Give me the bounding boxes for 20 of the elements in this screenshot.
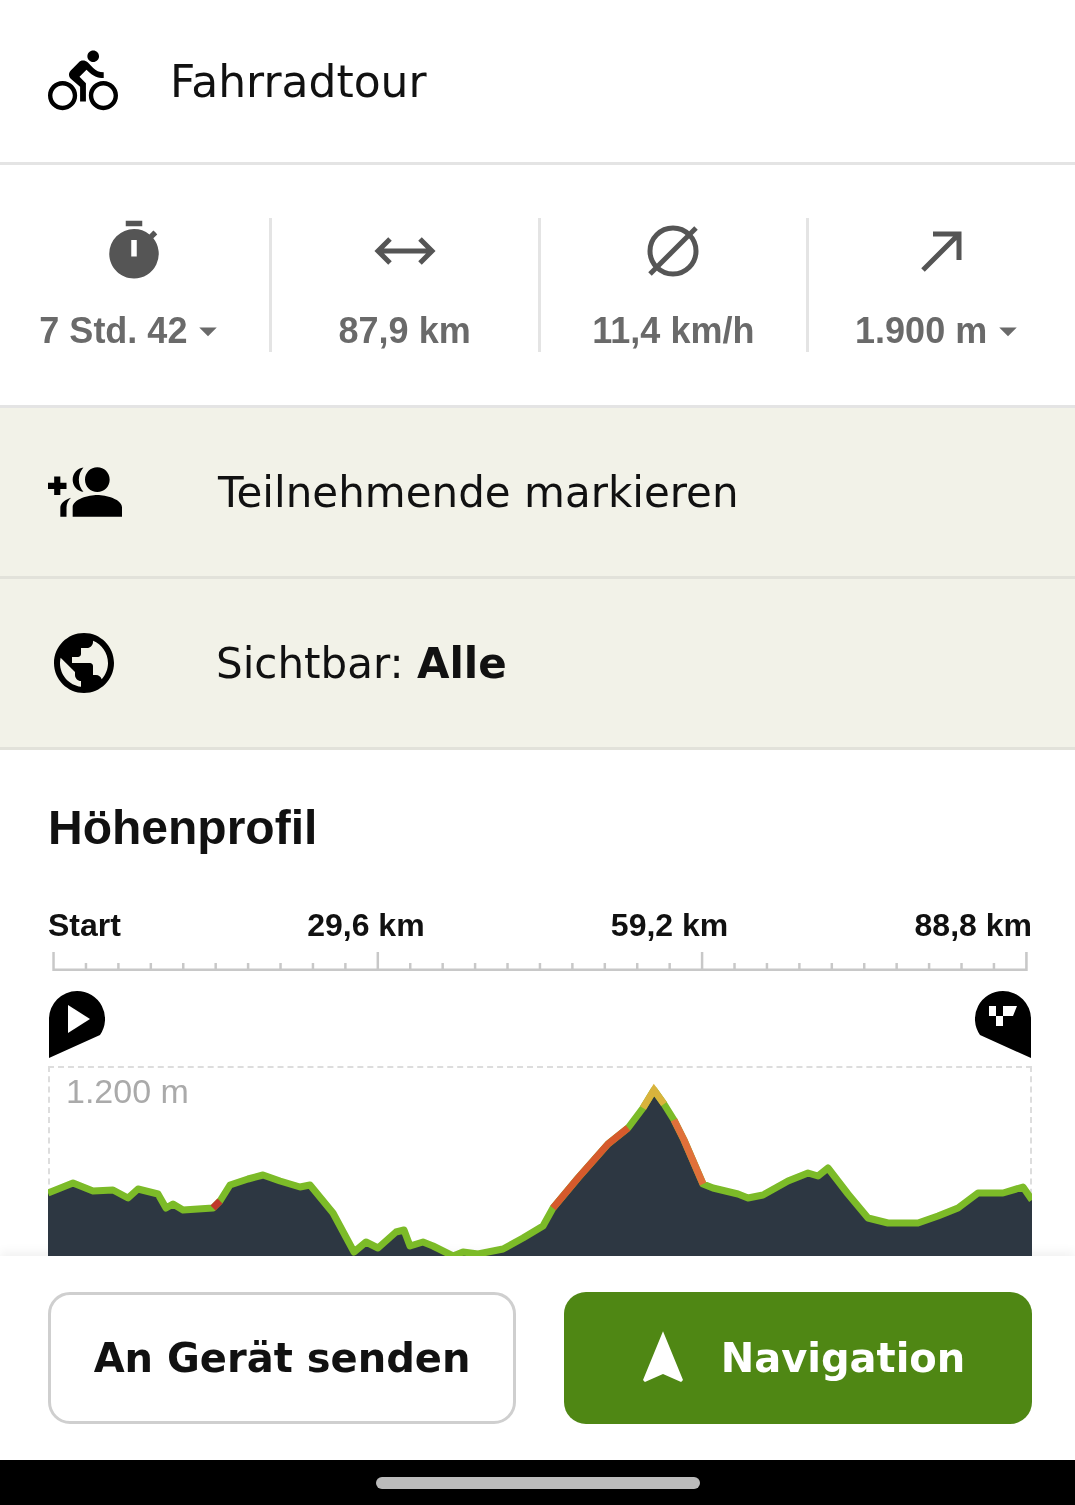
- action-row[interactable]: Sichtbar: Alle: [0, 579, 1075, 750]
- action-label: Teilnehmende markieren: [218, 467, 739, 517]
- action-row[interactable]: Teilnehmende markieren: [0, 408, 1075, 579]
- elevation-label: 1.200 m: [66, 1071, 189, 1111]
- stat-value[interactable]: 1.900 m: [855, 310, 988, 352]
- section-title: Höhenprofil: [48, 800, 319, 855]
- navigation-button[interactable]: Navigation: [564, 1292, 1032, 1424]
- action-label: Sichtbar: Alle: [216, 638, 507, 688]
- axis-label: 59,2 km: [610, 907, 729, 944]
- home-indicator[interactable]: [375, 1476, 700, 1489]
- axis-label: 29,6 km: [307, 907, 425, 944]
- stat-value[interactable]: 7 Std. 42: [39, 310, 188, 352]
- stat-value: 87,9 km: [338, 310, 471, 352]
- send-to-device-button[interactable]: An Gerät senden: [48, 1292, 516, 1424]
- finish-flag-marker-icon: [974, 989, 1032, 1058]
- start-marker-icon: [48, 989, 106, 1058]
- axis-label: Start: [48, 907, 121, 944]
- stat-value: 11,4 km/h: [592, 310, 755, 352]
- activity-type[interactable]: Fahrradtour: [170, 55, 427, 107]
- axis-label: 88,8 km: [914, 907, 1032, 944]
